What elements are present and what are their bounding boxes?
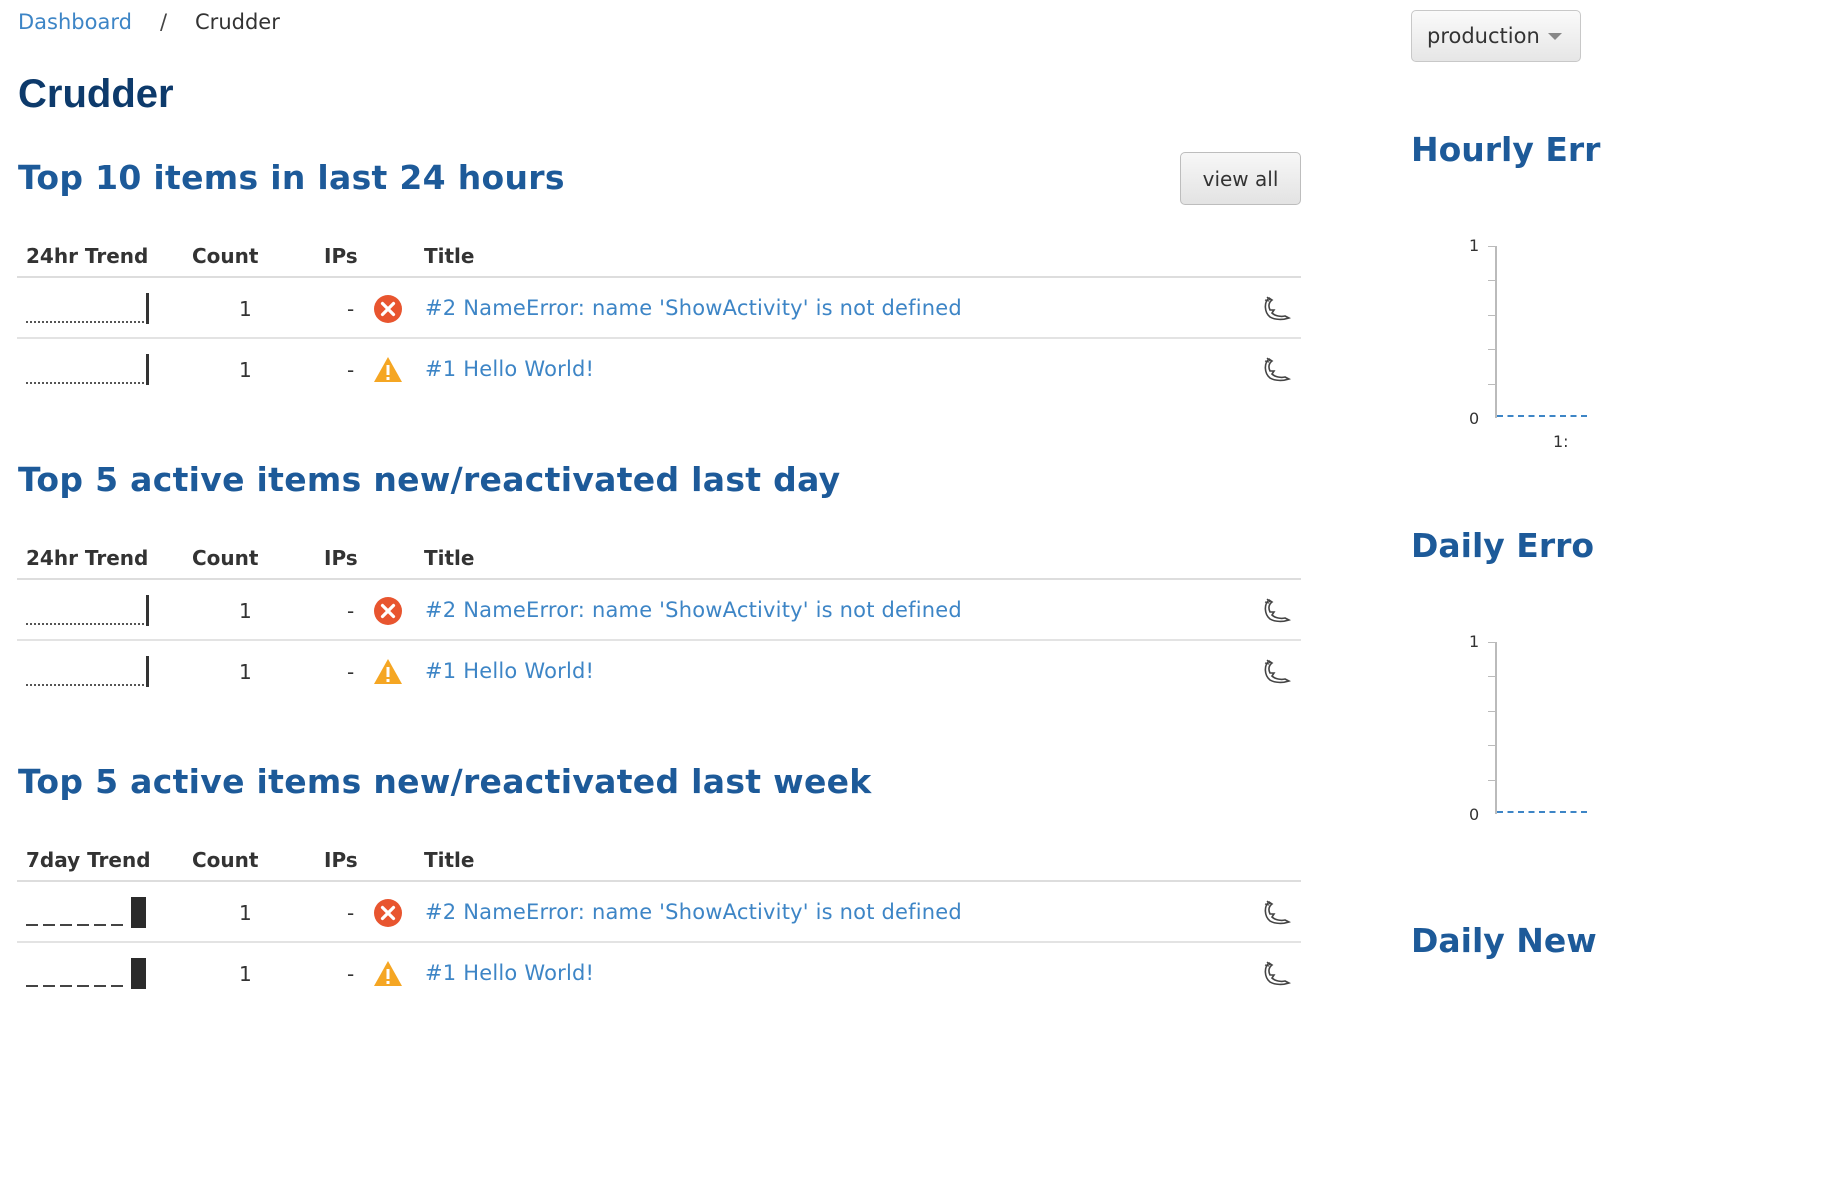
warning-icon xyxy=(374,357,402,382)
count-cell: 1 xyxy=(239,901,252,925)
y-axis-label-max: 1 xyxy=(1469,632,1480,651)
python-icon xyxy=(1264,659,1291,684)
items-table-day: 24hr Trend Count IPs Title 1 - #2 NameEr… xyxy=(17,524,1301,702)
table-row: 1 - #2 NameError: name 'ShowActivity' is… xyxy=(17,278,1301,339)
ips-cell: - xyxy=(347,901,355,925)
table-row: 1 - #2 NameError: name 'ShowActivity' is… xyxy=(17,580,1301,641)
warning-icon xyxy=(374,961,402,986)
breadcrumb-current: Crudder xyxy=(195,10,280,34)
daily-new-title: Daily New xyxy=(1411,921,1597,960)
table-header: 24hr Trend Count IPs Title xyxy=(17,222,1301,278)
count-cell: 1 xyxy=(239,358,252,382)
daily-errors-title: Daily Erro xyxy=(1411,526,1595,565)
series-line xyxy=(1497,811,1587,813)
x-axis-label: 1: xyxy=(1553,432,1569,451)
item-title-link[interactable]: #1 Hello World! xyxy=(425,961,594,985)
python-icon xyxy=(1264,900,1291,925)
trend-sparkline xyxy=(26,897,146,928)
environment-select-value: production xyxy=(1427,24,1540,48)
header-trend: 24hr Trend xyxy=(26,546,149,570)
error-icon xyxy=(374,295,402,323)
table-header: 7day Trend Count IPs Title xyxy=(17,826,1301,882)
table-row: 1 - #2 NameError: name 'ShowActivity' is… xyxy=(17,882,1301,943)
page-title: Crudder xyxy=(18,72,174,116)
header-title: Title xyxy=(424,244,475,268)
trend-sparkline xyxy=(26,595,149,626)
items-table-24h: 24hr Trend Count IPs Title 1 - #2 NameEr… xyxy=(17,222,1301,400)
items-table-week: 7day Trend Count IPs Title 1 - #2 NameEr… xyxy=(17,826,1301,1004)
breadcrumb-dashboard-link[interactable]: Dashboard xyxy=(18,10,132,34)
section-title-top-5-day: Top 5 active items new/reactivated last … xyxy=(18,460,841,499)
trend-sparkline xyxy=(26,958,146,989)
y-axis-label-max: 1 xyxy=(1469,236,1480,255)
environment-select[interactable]: production xyxy=(1411,10,1581,62)
chevron-down-icon xyxy=(1547,32,1562,40)
table-row: 1 - #1 Hello World! xyxy=(17,339,1301,400)
table-header: 24hr Trend Count IPs Title xyxy=(17,524,1301,580)
count-cell: 1 xyxy=(239,962,252,986)
item-title-link[interactable]: #2 NameError: name 'ShowActivity' is not… xyxy=(425,296,962,320)
item-title-link[interactable]: #2 NameError: name 'ShowActivity' is not… xyxy=(425,598,962,622)
table-row: 1 - #1 Hello World! xyxy=(17,943,1301,1004)
python-icon xyxy=(1264,961,1291,986)
y-axis-label-min: 0 xyxy=(1469,409,1480,428)
hourly-errors-title: Hourly Err xyxy=(1411,130,1601,169)
ips-cell: - xyxy=(347,962,355,986)
table-row: 1 - #1 Hello World! xyxy=(17,641,1301,702)
warning-icon xyxy=(374,659,402,684)
item-title-link[interactable]: #2 NameError: name 'ShowActivity' is not… xyxy=(425,900,962,924)
python-icon xyxy=(1264,598,1291,623)
trend-sparkline xyxy=(26,354,149,385)
header-ips: IPs xyxy=(324,848,358,872)
item-title-link[interactable]: #1 Hello World! xyxy=(425,357,594,381)
header-ips: IPs xyxy=(324,244,358,268)
header-ips: IPs xyxy=(324,546,358,570)
count-cell: 1 xyxy=(239,599,252,623)
view-all-button[interactable]: view all xyxy=(1180,152,1301,205)
daily-errors-chart: 1 0 xyxy=(1460,632,1587,827)
section-title-top-10: Top 10 items in last 24 hours xyxy=(18,158,565,197)
python-icon xyxy=(1264,296,1291,321)
ips-cell: - xyxy=(347,660,355,684)
trend-sparkline xyxy=(26,656,149,687)
header-title: Title xyxy=(424,848,475,872)
hourly-errors-chart: 1 0 1: xyxy=(1460,236,1587,451)
header-trend: 24hr Trend xyxy=(26,244,149,268)
header-trend: 7day Trend xyxy=(26,848,151,872)
breadcrumb-separator: / xyxy=(159,10,168,34)
trend-sparkline xyxy=(26,293,149,324)
header-title: Title xyxy=(424,546,475,570)
error-icon xyxy=(374,899,402,927)
error-icon xyxy=(374,597,402,625)
ips-cell: - xyxy=(347,297,355,321)
ips-cell: - xyxy=(347,599,355,623)
ips-cell: - xyxy=(347,358,355,382)
python-icon xyxy=(1264,357,1291,382)
series-line xyxy=(1497,415,1587,417)
header-count: Count xyxy=(192,848,259,872)
item-title-link[interactable]: #1 Hello World! xyxy=(425,659,594,683)
y-axis-label-min: 0 xyxy=(1469,805,1480,824)
header-count: Count xyxy=(192,244,259,268)
breadcrumb: Dashboard / Crudder xyxy=(18,10,280,34)
header-count: Count xyxy=(192,546,259,570)
count-cell: 1 xyxy=(239,297,252,321)
count-cell: 1 xyxy=(239,660,252,684)
section-title-top-5-week: Top 5 active items new/reactivated last … xyxy=(18,762,872,801)
